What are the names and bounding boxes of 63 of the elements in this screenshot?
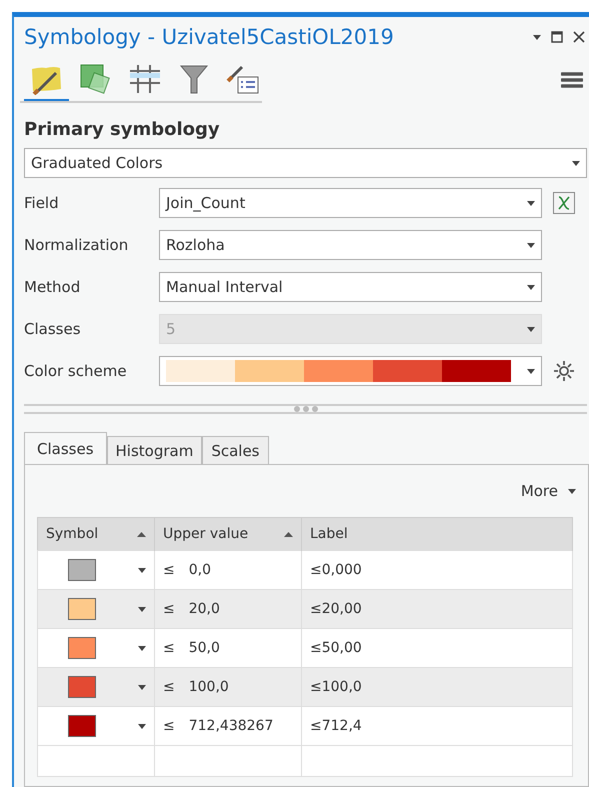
settings-icon[interactable] <box>552 359 576 383</box>
upper-value-cell[interactable]: 20,0 <box>188 601 220 617</box>
sort-icon[interactable] <box>284 532 293 536</box>
operator-text: ≤ <box>163 601 175 617</box>
label-cell[interactable]: ≤20,00 <box>310 601 362 617</box>
column-header[interactable]: Label <box>310 526 348 542</box>
label-cell[interactable]: ≤712,4 <box>310 718 362 734</box>
label-cell[interactable]: ≤50,00 <box>310 640 362 656</box>
pane-menu-icon <box>533 34 541 40</box>
caret-icon <box>527 242 535 248</box>
upper-value-cell[interactable]: 100,0 <box>188 679 229 695</box>
symbol-swatch[interactable] <box>68 637 96 659</box>
filter-icon <box>178 63 208 95</box>
label-cell[interactable]: ≤0,000 <box>310 562 362 578</box>
caret-icon <box>138 568 146 572</box>
caret-icon <box>138 646 146 650</box>
tab[interactable]: Scales <box>202 436 268 464</box>
caret-icon <box>527 200 535 206</box>
symbol-swatch[interactable] <box>68 598 96 620</box>
operator-text: ≤ <box>163 718 175 734</box>
close-icon[interactable] <box>573 31 585 43</box>
operator-text: ≤ <box>163 679 175 695</box>
caret-icon <box>527 368 535 374</box>
field-label: Classes <box>24 320 82 338</box>
pane-title: Symbology - Uzivatel5CastiOL2019 <box>24 25 395 49</box>
legend-icon <box>226 63 260 95</box>
section-heading: Primary symbology <box>24 119 221 140</box>
field-label: Color scheme <box>24 362 128 380</box>
renderer-dropdown[interactable]: Graduated Colors <box>24 148 587 178</box>
dropdown-field[interactable]: Manual Interval <box>159 272 542 302</box>
symbol-swatch[interactable] <box>68 715 96 737</box>
maximize-icon[interactable] <box>551 31 563 43</box>
dropdown-field[interactable]: Rozloha <box>159 230 542 260</box>
expression-button[interactable] <box>553 192 575 214</box>
label-cell[interactable]: ≤100,0 <box>310 679 362 695</box>
splitter-grip-icon[interactable] <box>292 406 318 412</box>
menu-icon[interactable] <box>561 71 583 89</box>
field-label: Method <box>24 278 82 296</box>
more-menu-button[interactable]: More <box>520 482 576 500</box>
dropdown-field[interactable]: Join_Count <box>159 188 542 218</box>
operator-text: ≤ <box>163 640 175 656</box>
tab[interactable]: Classes <box>24 432 107 464</box>
field-label: Normalization <box>24 236 130 254</box>
tab[interactable]: Histogram <box>106 436 202 464</box>
sort-icon[interactable] <box>137 532 146 536</box>
caret-icon <box>572 160 580 166</box>
field-label: Field <box>24 194 60 212</box>
caret-icon <box>527 326 535 332</box>
upper-value-cell[interactable]: 0,0 <box>188 562 211 578</box>
squares-icon <box>78 63 112 95</box>
caret-icon <box>527 284 535 290</box>
symbol-swatch[interactable] <box>68 676 96 698</box>
operator-text: ≤ <box>163 562 175 578</box>
upper-value-cell[interactable]: 712,438267 <box>188 718 274 734</box>
symbol-swatch[interactable] <box>68 559 96 581</box>
caret-icon <box>138 606 146 612</box>
color-ramp-dropdown[interactable] <box>159 356 542 386</box>
caret-icon <box>138 684 146 690</box>
caret-icon <box>138 724 146 728</box>
grid-icon <box>128 63 162 95</box>
caret-icon <box>568 488 576 494</box>
paintbrush-icon <box>30 65 64 95</box>
upper-value-cell[interactable]: 50,0 <box>188 640 220 656</box>
